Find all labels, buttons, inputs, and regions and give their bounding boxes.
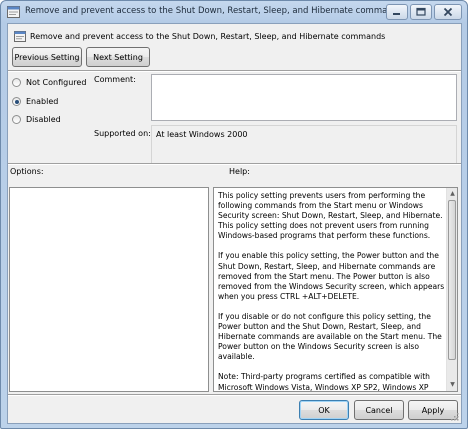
help-paragraph: If you enable this policy setting, the P…: [218, 251, 445, 301]
scroll-up-icon[interactable]: ▲: [448, 189, 457, 199]
help-paragraph: This policy setting prevents users from …: [218, 191, 443, 241]
maximize-button[interactable]: [410, 4, 432, 20]
next-setting-button[interactable]: Next Setting: [86, 47, 150, 67]
middle-divider: [8, 163, 461, 165]
help-scrollbar[interactable]: ▲ ▼: [446, 188, 457, 391]
supported-on-value: At least Windows 2000: [156, 130, 248, 139]
radio-label: Enabled: [26, 97, 59, 106]
window-title: Remove and prevent access to the Shut Do…: [25, 6, 403, 16]
close-button[interactable]: [434, 4, 462, 20]
comment-textarea[interactable]: [151, 74, 457, 121]
policy-icon: [7, 6, 20, 18]
radio-circle[interactable]: [12, 97, 21, 106]
close-icon: [443, 7, 453, 17]
resize-grip-icon[interactable]: [450, 412, 459, 421]
supported-on-field: At least Windows 2000: [151, 125, 457, 165]
help-label: Help:: [229, 167, 250, 176]
ok-button[interactable]: OK: [299, 400, 349, 420]
minimize-button[interactable]: [386, 4, 408, 20]
radio-enabled[interactable]: Enabled: [12, 97, 58, 106]
options-label: Options:: [10, 167, 44, 176]
minimize-icon: [393, 13, 400, 15]
radio-not-configured[interactable]: Not Configured: [12, 78, 86, 87]
comment-label: Comment:: [94, 75, 136, 84]
supported-on-label: Supported on:: [94, 129, 151, 138]
title-bar[interactable]: Remove and prevent access to the Shut Do…: [1, 1, 467, 23]
scroll-down-icon[interactable]: ▼: [448, 380, 457, 390]
radio-circle[interactable]: [12, 115, 21, 124]
scrollbar-thumb[interactable]: [448, 200, 456, 360]
header-divider: [8, 70, 461, 72]
radio-circle[interactable]: [12, 78, 21, 87]
caption-buttons: [386, 4, 462, 20]
radio-label: Not Configured: [26, 78, 87, 87]
help-panel[interactable]: This policy setting prevents users from …: [213, 187, 458, 392]
options-panel: [9, 187, 209, 392]
maximize-icon: [416, 7, 426, 16]
help-text: This policy setting prevents users from …: [218, 191, 446, 392]
setting-icon: [14, 31, 26, 42]
radio-label: Disabled: [26, 115, 61, 124]
radio-disabled[interactable]: Disabled: [12, 115, 61, 124]
policy-title: Remove and prevent access to the Shut Do…: [30, 32, 386, 41]
previous-setting-button[interactable]: Previous Setting: [12, 47, 82, 67]
dialog-window: Remove and prevent access to the Shut Do…: [0, 0, 468, 429]
help-paragraph: Note: Third-party programs certified as …: [218, 372, 430, 392]
help-paragraph: If you disable or do not configure this …: [218, 311, 442, 362]
footer-divider: [8, 394, 461, 396]
dialog-client: Remove and prevent access to the Shut Do…: [7, 23, 462, 424]
cancel-button[interactable]: Cancel: [354, 400, 404, 420]
